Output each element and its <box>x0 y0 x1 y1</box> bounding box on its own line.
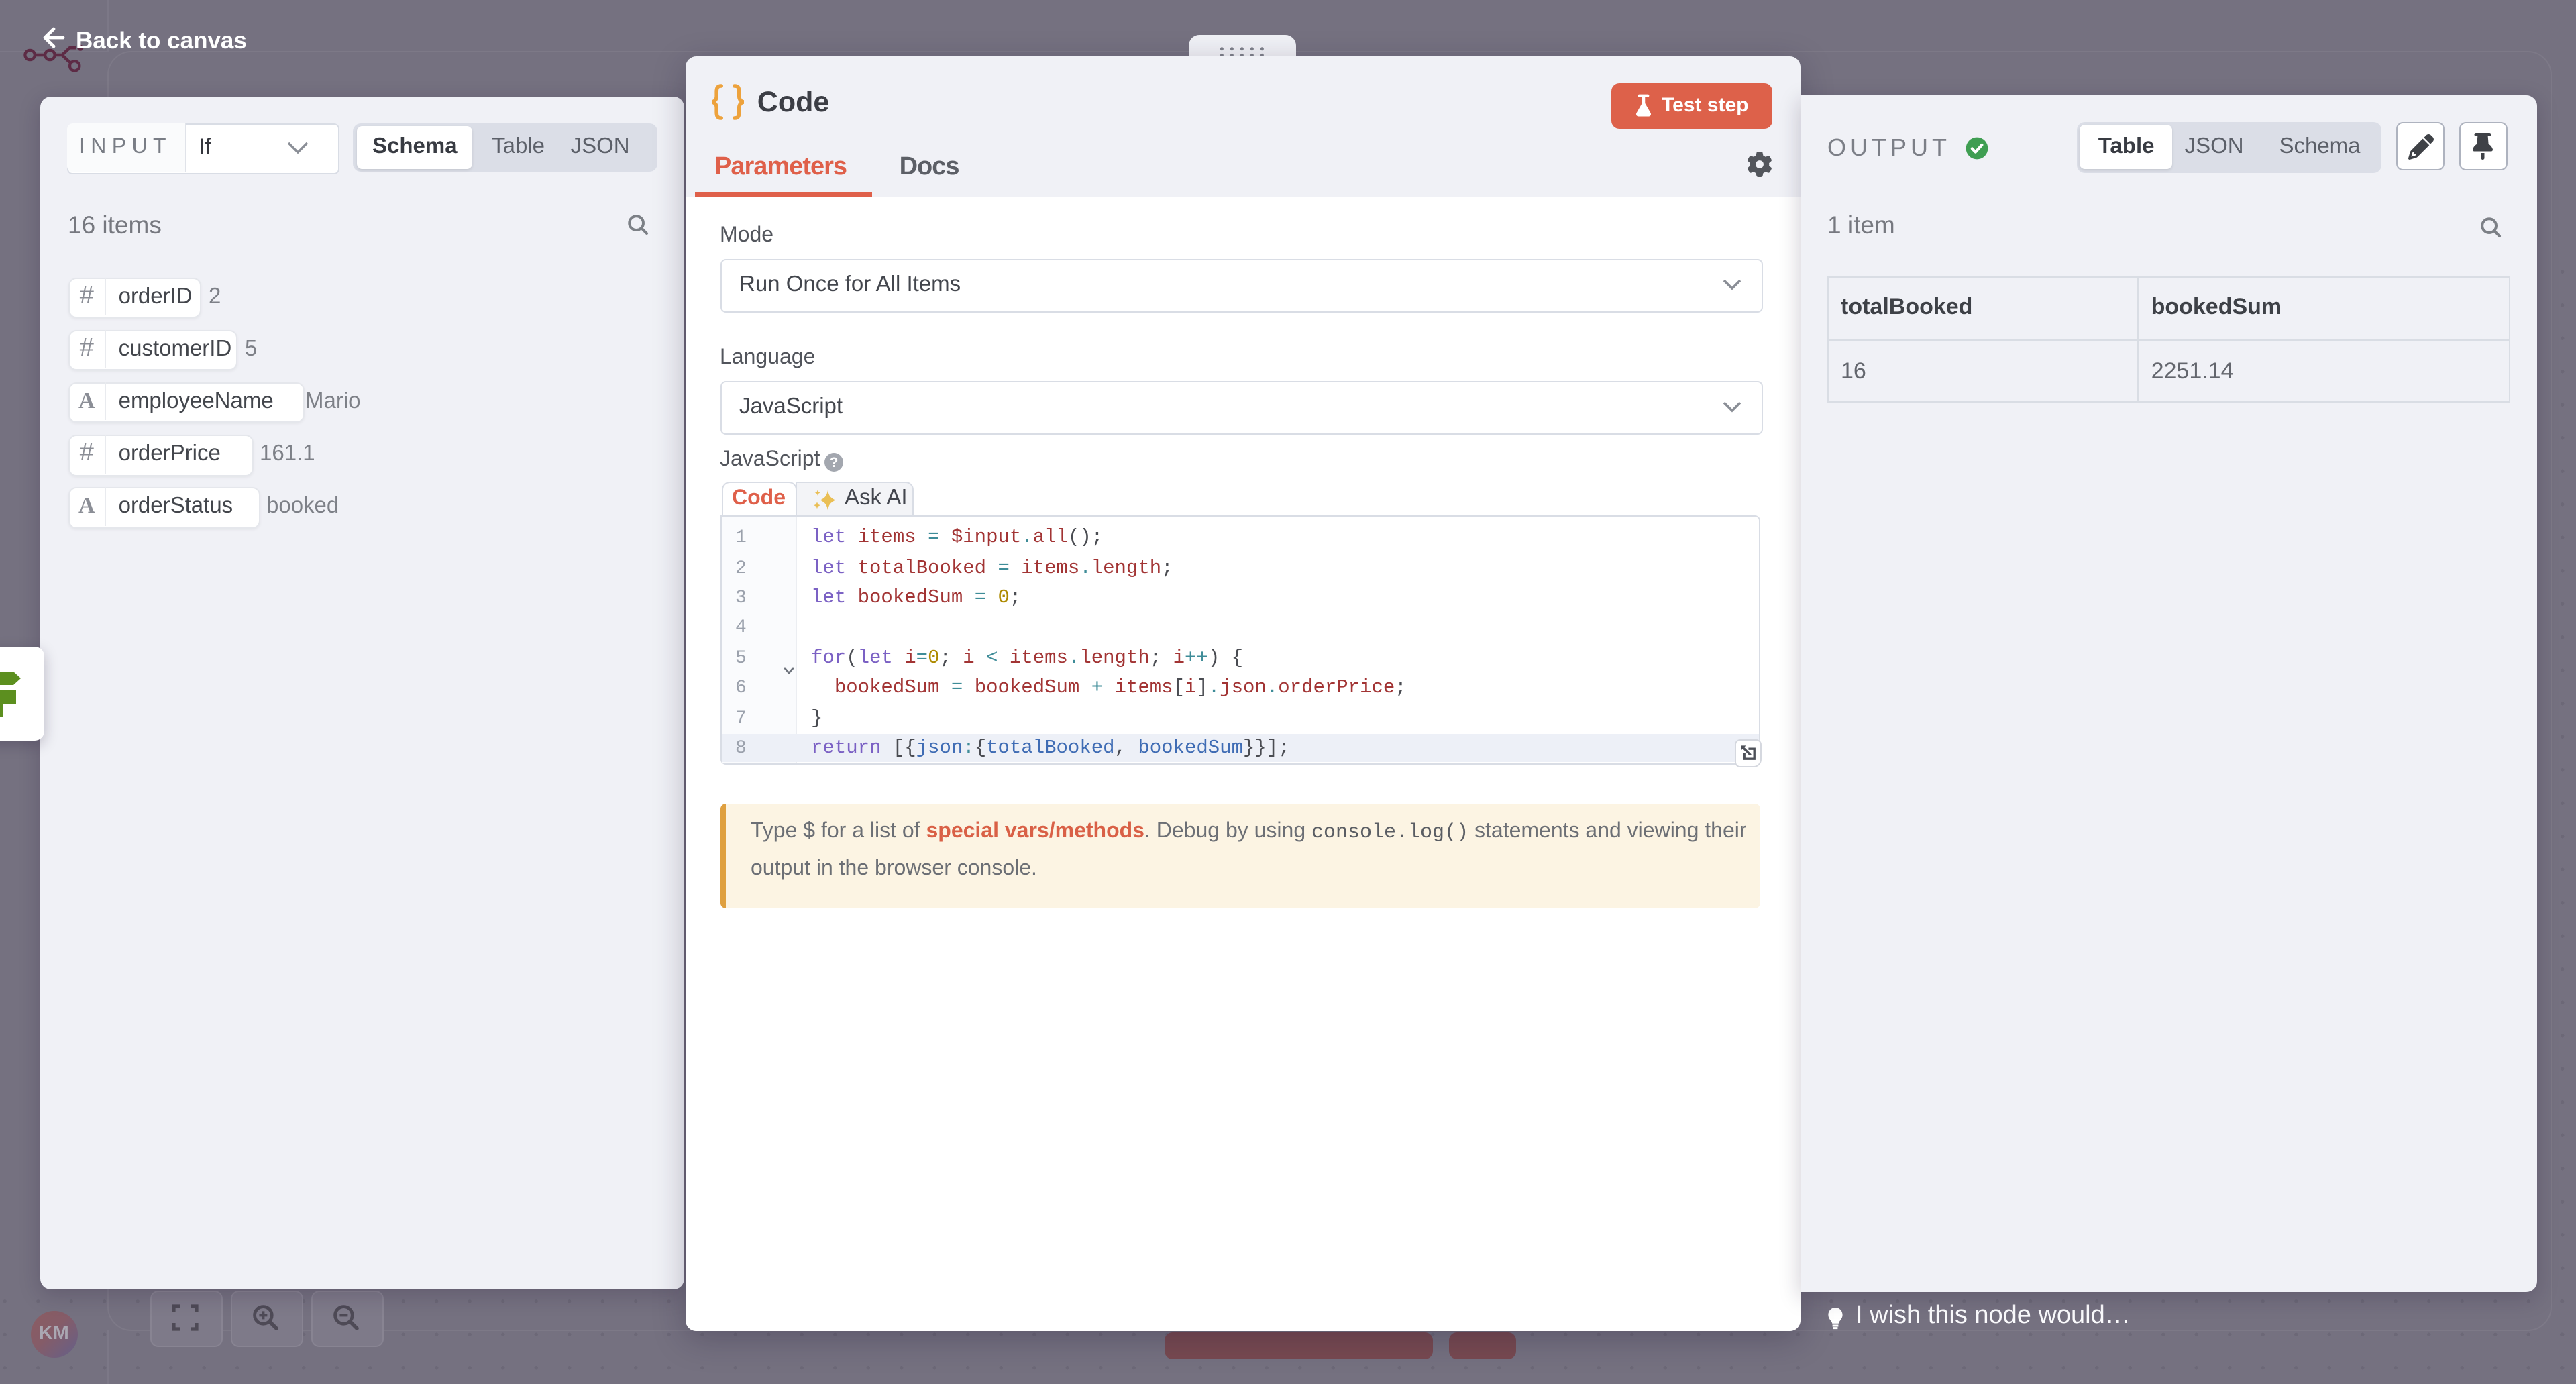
svg-text:?: ? <box>830 454 839 470</box>
